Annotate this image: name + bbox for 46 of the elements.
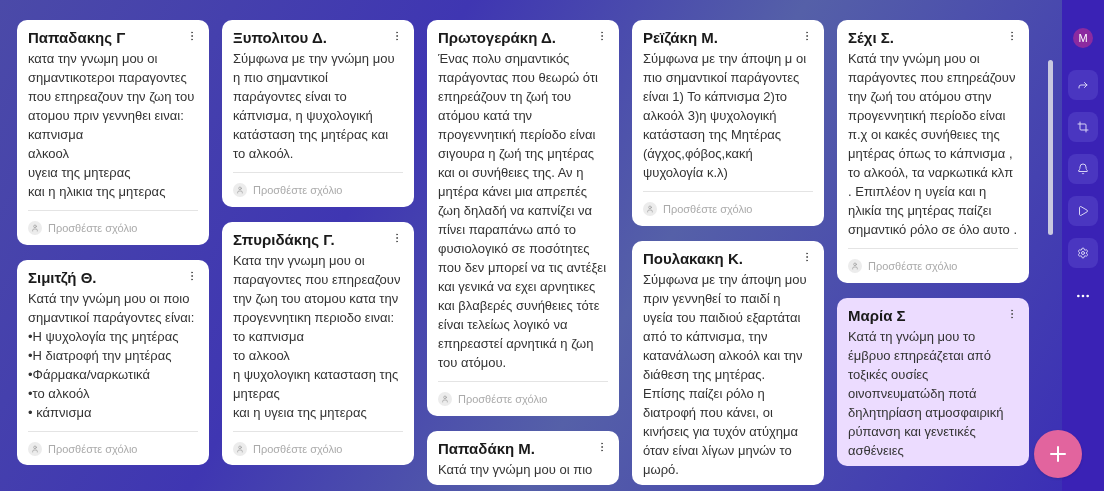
comment-field[interactable]: Προσθέστε σχόλιο bbox=[253, 440, 343, 457]
post-text: Ένας πολυ σημαντικός παράγοντας που θεωρώ ότι επηρεάζουν τη ζωή του ατόμου κατά την προγεννητική περίοδο είναι σιγουρα η ζωή της μητέρας και οι συνήθειες της. Αν η μητέρα κάνει μια απρεπές ζωη δηλαδή να καπνίζει να πίνει παραπάνω από το φυσιολογικό σε ποσότητες που δεν μπορεί να τις αντέξει και γενικά να εχει αρνητικες και βλαβερές συνήθειες τότε είναι τελείως λογικό να επηρεαστεί αρνητικά η ζωη του ατόμου. bbox=[438, 50, 608, 372]
play-button[interactable] bbox=[1068, 196, 1098, 226]
settings-button[interactable] bbox=[1068, 238, 1098, 268]
settings-icon bbox=[1077, 247, 1089, 259]
bell-button[interactable] bbox=[1068, 154, 1098, 184]
comment-user-icon bbox=[438, 392, 452, 407]
post-text: Σύμφωνα με την γνώμη μου η πιο σημαντικοί παράγοντες είναι το κάπνισμα, η ψυχολογική κατάσταση της μητέρας και το αλκοόλ. bbox=[233, 50, 396, 163]
post-title: Ρεϊζάκη Μ. bbox=[643, 28, 718, 48]
post-text: Σύμφωνα με την άποψη μ οι πιο σημαντικοί παράγοντες είναι 1) Το κάπνισμα 2)το αλκοόλ 3)η ψυχολογική κατάσταση της Μητέρας (άγχος,φόβος,κακή ψυχολογία κ.λ) bbox=[643, 50, 808, 182]
play-icon bbox=[1077, 205, 1089, 217]
comment-user-icon bbox=[643, 202, 657, 217]
post-title: Παπαδάκη Μ. bbox=[438, 438, 536, 459]
comment-field[interactable]: Προσθέστε σχόλιο bbox=[253, 182, 343, 199]
post-title: Σπυριδάκης Γ. bbox=[233, 229, 335, 250]
share-icon bbox=[1077, 79, 1089, 91]
post-text: Κατά την γνώμη μου οι πιο bbox=[438, 460, 594, 479]
avatar[interactable]: M bbox=[1073, 28, 1093, 48]
post-title: Ξυπολιτου Δ. bbox=[233, 28, 327, 48]
post-text: Κατά την γνώμη μου οι ποιο σημαντικοί παράγοντες είναι: •Η ψυχολογία της μητέρας •Η διατροφή την μητέρας •Φάρμακα/ναρκωτικά •το αλκοόλ • κάπνισμα bbox=[28, 289, 196, 422]
post-title: Μαρία Σ bbox=[848, 305, 906, 326]
comment-user-icon bbox=[28, 441, 42, 456]
post-text: Κατά τη γνώμη μου το έμβρυο επηρεάζεται από τοξικές ουσίες οινοπνευματώδη ποτά δηλητηρίαση ατμοσφαιρική ρύπανση και γενετικές ασθένειες bbox=[848, 327, 1005, 460]
post-text: Σύμφωνα με την άποψη μου πριν γεννηθεί το παιδί η υγεία του παιδιού εξαρτάται από το κάπνισμα, την κατανάλωση αλκοόλ και την διάθεση της μητέρας. Επίσης παίζει ρόλο η διατροφή που κάνει, οι κινήσεις για τυχόν ατύχημα όταν είναι λίγων μηνών το μωρό. bbox=[643, 270, 808, 479]
comment-field[interactable]: Προσθέστε σχόλιο bbox=[48, 220, 138, 237]
comment-user-icon bbox=[848, 259, 862, 274]
comment-field[interactable]: Προσθέστε σχόλιο bbox=[663, 201, 753, 218]
post-title: Πρωτογεράκη Δ. bbox=[438, 28, 556, 48]
post-title: Σιμιτζή Θ. bbox=[28, 267, 97, 288]
comment-field[interactable]: Προσθέστε σχόλιο bbox=[868, 258, 958, 275]
crop-icon bbox=[1077, 121, 1089, 133]
comment-user-icon bbox=[233, 441, 247, 456]
post-text: Κατά την γνώμη μου οι παράγοντες που επηρεάζουν την ζωή του ατόμου στην προγεννητική περίοδο είναι π.χ οι κακές συνήθειες της μητέρας όπως το κάπνισμα , το αλκοόλ, τα ναρκωτικά κλπ . Επιπλέον η υγεία και η ηλικία της μητέρας παίζει σημαντικό ρόλο σε όλο αυτο . bbox=[848, 50, 1018, 239]
post-title: Πουλακακη Κ. bbox=[643, 248, 743, 269]
share-button[interactable] bbox=[1068, 70, 1098, 100]
crop-button[interactable] bbox=[1068, 112, 1098, 142]
post-title: Παπαδακης Γ bbox=[28, 28, 126, 48]
comment-field[interactable]: Προσθέστε σχόλιο bbox=[48, 440, 138, 457]
post-text: κατα την γνωμη μου οι σημαντικοτεροι παραγοντες που επηρεαζουν την ζωη του ατομου πριν γεννηθει ειναι: καπνισμα αλκοολ υγεια της μητερας και η ηλικια της μητερας bbox=[28, 50, 196, 201]
bell-icon bbox=[1077, 163, 1089, 175]
comment-user-icon bbox=[28, 221, 42, 236]
comment-user-icon bbox=[233, 183, 247, 198]
post-text: Κατα την γνωμη μου οι παραγοντες που επηρεαζουν την ζωη του ατομου κατα την προγεννητικη περιοδο ειναι: το καπνισμα το αλκοολ η ψυχολογικη κατασταση της μητερας και η υγεια της μητερας bbox=[233, 251, 402, 422]
comment-field[interactable]: Προσθέστε σχόλιο bbox=[458, 391, 548, 408]
post-title: Σέχι Σ. bbox=[848, 28, 894, 48]
scrollbar[interactable] bbox=[1048, 60, 1053, 235]
